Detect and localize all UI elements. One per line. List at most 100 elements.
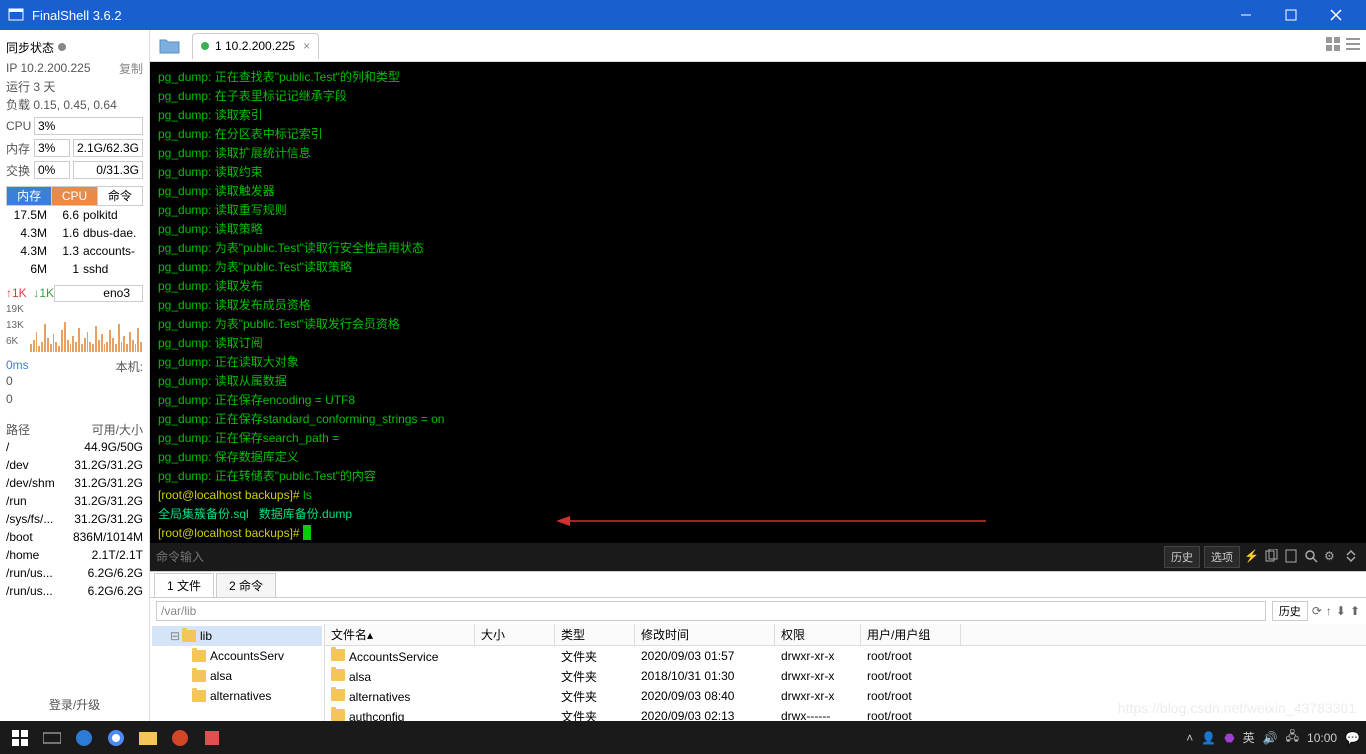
tree-node[interactable]: AccountsServ	[152, 646, 322, 666]
col-user[interactable]: 用户/用户组	[861, 624, 961, 645]
sidebar: 同步状态 IP 10.2.200.225复制 运行 3 天 负载 0.15, 0…	[0, 30, 150, 721]
tree-node[interactable]: alsa	[152, 666, 322, 686]
upload-icon[interactable]: ⬆	[1350, 604, 1360, 618]
bp-tab-cmd[interactable]: 2 命令	[216, 573, 276, 597]
ip-label: IP 10.2.200.225	[6, 61, 91, 75]
path-history-button[interactable]: 历史	[1272, 601, 1308, 621]
paste-icon[interactable]	[1284, 549, 1300, 565]
tab-cmd[interactable]: 命令	[98, 187, 142, 205]
tabbar: 1 10.2.200.225 ×	[150, 30, 1366, 62]
z1: 0	[6, 374, 143, 392]
tray-notif-icon[interactable]: 💬	[1345, 731, 1360, 745]
close-button[interactable]	[1313, 0, 1358, 30]
tray-shield-icon[interactable]: ⬣	[1224, 731, 1234, 745]
tab-mem[interactable]: 内存	[7, 187, 52, 205]
lightning-icon[interactable]: ⚡	[1244, 549, 1260, 565]
net-y2: 13K	[6, 320, 24, 331]
col-size[interactable]: 大小	[475, 624, 555, 645]
disk-row[interactable]: /boot836M/1014M	[6, 528, 143, 546]
uptime-label: 运行 3 天	[6, 78, 143, 96]
window-title: FinalShell 3.6.2	[32, 8, 1223, 23]
disk-row[interactable]: /run31.2G/31.2G	[6, 492, 143, 510]
net-y1: 19K	[6, 304, 24, 315]
proc-row[interactable]: 17.5M6.6polkitd	[6, 206, 143, 224]
tray-time[interactable]: 10:00	[1307, 731, 1337, 745]
tray-people-icon[interactable]: 👤	[1201, 731, 1216, 745]
tray-ime[interactable]: 英	[1243, 729, 1255, 746]
search-icon[interactable]	[1304, 549, 1320, 565]
sync-status-label: 同步状态	[6, 39, 54, 56]
col-perm[interactable]: 权限	[775, 624, 861, 645]
tray-speaker-icon[interactable]: 🔊	[1263, 731, 1278, 745]
up-icon[interactable]: ↑	[1326, 604, 1332, 618]
list-view-icon[interactable]	[1346, 37, 1360, 54]
grid-view-icon[interactable]	[1326, 37, 1340, 54]
proc-list: 17.5M6.6polkitd4.3M1.6dbus-dae.4.3M1.3ac…	[6, 206, 143, 278]
copy-icon[interactable]	[1264, 549, 1280, 565]
path-input[interactable]	[156, 601, 1266, 621]
proc-row[interactable]: 4.3M1.3accounts-	[6, 242, 143, 260]
file-row[interactable]: authconfig文件夹2020/09/03 02:13drwx------r…	[325, 706, 1366, 721]
disk-hdr-path: 路径	[6, 421, 66, 438]
bp-tab-files[interactable]: 1 文件	[154, 573, 214, 597]
tray-net-icon[interactable]: 🖧	[1286, 727, 1299, 748]
disk-list: /44.9G/50G/dev31.2G/31.2G/dev/shm31.2G/3…	[6, 438, 143, 600]
terminal[interactable]: pg_dump: 正在查找表"public.Test"的列和类型pg_dump:…	[150, 62, 1366, 543]
folder-tree[interactable]: ⊟libAccountsServalsaalternatives	[150, 624, 325, 721]
tree-node[interactable]: ⊟lib	[152, 626, 322, 646]
disk-row[interactable]: /dev31.2G/31.2G	[6, 456, 143, 474]
login-button[interactable]: 登录/升级	[6, 688, 143, 721]
maximize-button[interactable]	[1268, 0, 1313, 30]
mem-pct: 3%	[34, 139, 70, 157]
command-input[interactable]	[156, 550, 1164, 564]
file-row[interactable]: alternatives文件夹2020/09/03 08:40drwxr-xr-…	[325, 686, 1366, 706]
col-name[interactable]: 文件名 ▴	[325, 624, 475, 645]
taskview-icon[interactable]	[38, 724, 66, 752]
net-up-value: 1K	[12, 286, 27, 300]
explorer-icon[interactable]	[134, 724, 162, 752]
tab-cpu[interactable]: CPU	[52, 187, 97, 205]
taskbar: ˄ 👤 ⬣ 英 🔊 🖧 10:00 💬	[0, 721, 1366, 754]
disk-row[interactable]: /sys/fs/...31.2G/31.2G	[6, 510, 143, 528]
proc-row[interactable]: 4.3M1.6dbus-dae.	[6, 224, 143, 242]
bottom-panel: 1 文件 2 命令 历史 ⟳ ↑ ⬇ ⬆ ⊟libAccountsServals…	[150, 571, 1366, 721]
options-button[interactable]: 选项	[1204, 546, 1240, 568]
connection-tab[interactable]: 1 10.2.200.225 ×	[192, 33, 319, 59]
app-icon[interactable]	[198, 724, 226, 752]
disk-row[interactable]: /run/us...6.2G/6.2G	[6, 582, 143, 600]
ppt-icon[interactable]	[166, 724, 194, 752]
copy-ip-button[interactable]: 复制	[119, 60, 143, 77]
titlebar: FinalShell 3.6.2	[0, 0, 1366, 30]
ping-value: 0ms	[6, 358, 29, 374]
history-button[interactable]: 历史	[1164, 546, 1200, 568]
chrome-icon[interactable]	[102, 724, 130, 752]
sort-asc-icon: ▴	[367, 628, 373, 642]
net-dn-value: 1K	[39, 286, 54, 300]
start-button[interactable]	[6, 724, 34, 752]
file-row[interactable]: AccountsService文件夹2020/09/03 01:57drwxr-…	[325, 646, 1366, 666]
refresh-icon[interactable]: ⟳	[1312, 604, 1322, 618]
proc-row[interactable]: 6M1sshd	[6, 260, 143, 278]
net-if-select[interactable]: eno3	[54, 285, 143, 302]
command-bar: 历史 选项 ⚡ ⚙	[150, 543, 1366, 571]
swap-value: 0/31.3G	[73, 161, 143, 179]
download-icon[interactable]: ⬇	[1336, 604, 1346, 618]
file-row[interactable]: alsa文件夹2018/10/31 01:30drwxr-xr-xroot/ro…	[325, 666, 1366, 686]
proc-tabs: 内存 CPU 命令	[6, 186, 143, 206]
sync-dot-icon	[58, 43, 66, 51]
col-type[interactable]: 类型	[555, 624, 635, 645]
net-chart: 19K 13K 6K	[6, 304, 143, 354]
disk-row[interactable]: /home2.1T/2.1T	[6, 546, 143, 564]
tab-close-button[interactable]: ×	[303, 39, 310, 53]
disk-row[interactable]: /run/us...6.2G/6.2G	[6, 564, 143, 582]
disk-row[interactable]: /dev/shm31.2G/31.2G	[6, 474, 143, 492]
tree-node[interactable]: alternatives	[152, 686, 322, 706]
disk-row[interactable]: /44.9G/50G	[6, 438, 143, 456]
expand-icon[interactable]	[1344, 549, 1360, 565]
open-folder-button[interactable]	[154, 33, 186, 59]
minimize-button[interactable]	[1223, 0, 1268, 30]
edge-icon[interactable]	[70, 724, 98, 752]
col-mtime[interactable]: 修改时间	[635, 624, 775, 645]
tray-up-icon[interactable]: ˄	[1186, 731, 1193, 745]
gear-icon[interactable]: ⚙	[1324, 549, 1340, 565]
